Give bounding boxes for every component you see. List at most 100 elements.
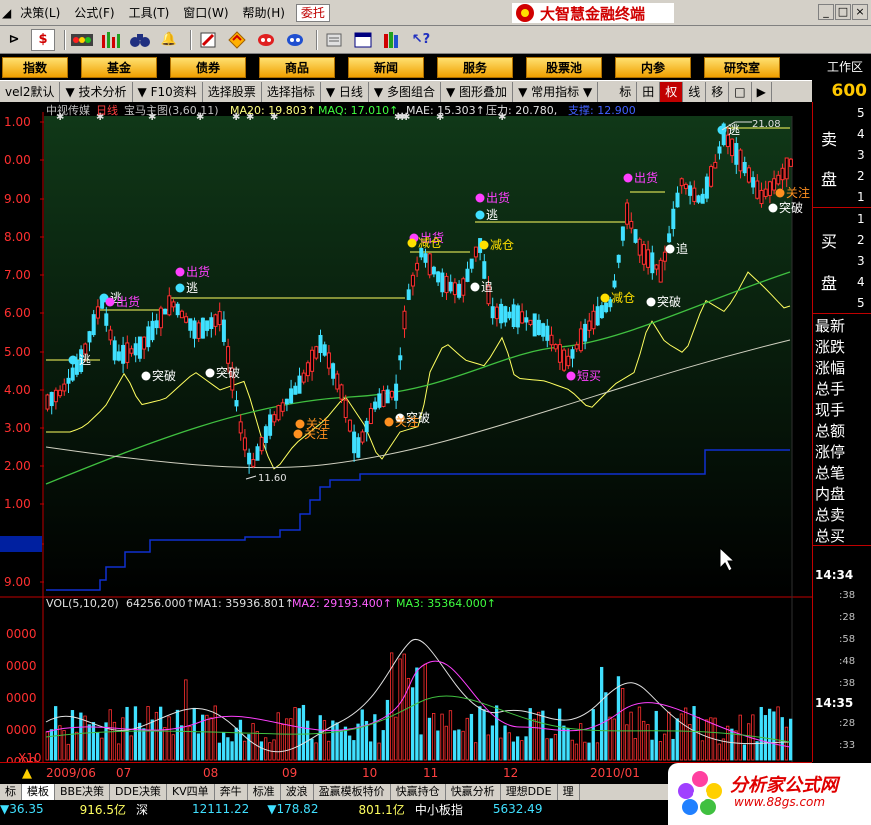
volume-bar — [591, 709, 595, 761]
warning-icon[interactable]: ▲ — [22, 766, 32, 781]
multi-chart-button[interactable]: ▼ 多图组合 — [369, 81, 441, 102]
menu-tools[interactable]: 工具(T) — [122, 4, 177, 21]
sz-change: ▼178.82 — [267, 802, 319, 816]
candle-body — [255, 446, 260, 461]
nav-fund[interactable]: 基金 — [81, 56, 157, 78]
tab-bbe[interactable]: BBE决策 — [55, 784, 111, 800]
candle-body — [129, 348, 134, 354]
maximize-button[interactable]: □ — [835, 4, 851, 20]
volume-bar — [49, 729, 54, 761]
nav-research[interactable]: 研究室 — [704, 56, 780, 78]
tab-template[interactable]: 模板 — [22, 784, 55, 800]
volume-panel: 000000000000000000000000 — [6, 627, 793, 801]
tech-analysis-label: 技术分析 — [78, 84, 127, 99]
menu-window[interactable]: 窗口(W) — [176, 4, 235, 21]
overlay-button[interactable]: ▼ 图形叠加 — [441, 81, 514, 102]
tool-line[interactable]: 线 — [683, 81, 707, 102]
price-tick-label: 4.00 — [4, 383, 31, 397]
template-default[interactable]: vel2默认 — [0, 81, 61, 102]
tab-dde[interactable]: DDE决策 — [110, 784, 167, 800]
tick-time-2: 14:35 — [815, 696, 854, 710]
tab-analysis[interactable]: 快赢分析 — [446, 784, 501, 800]
tab-holdings[interactable]: 快赢持仓 — [391, 784, 446, 800]
signal-label: 减仓 — [418, 236, 442, 250]
work-area-label[interactable]: 工作区 — [827, 58, 863, 75]
tab-wave[interactable]: 波浪 — [281, 784, 314, 800]
signal-icon[interactable] — [70, 29, 94, 51]
close-button[interactable]: × — [852, 4, 868, 20]
help-icon[interactable]: ↖? — [409, 29, 433, 51]
menu-decision[interactable]: 决策(L) — [13, 4, 67, 21]
bars-icon[interactable] — [99, 29, 123, 51]
candle-body — [570, 349, 575, 359]
nav-index[interactable]: 指数 — [2, 56, 68, 78]
candle-body — [188, 318, 193, 331]
volume-bar — [671, 738, 675, 761]
volume-bar — [637, 706, 642, 761]
select-stock-button[interactable]: 选择股票 — [203, 81, 262, 102]
tick-min-1: :38 — [839, 590, 856, 601]
note-icon[interactable] — [322, 29, 346, 51]
candle-body — [297, 375, 302, 394]
volume-bar — [717, 743, 721, 761]
tab-standard[interactable]: 标准 — [248, 784, 281, 800]
f10-tab[interactable]: ▼ F10资料 — [133, 81, 203, 102]
vol-multiplier: X10 — [18, 751, 42, 762]
price-panel-bg — [44, 116, 792, 598]
nav-news[interactable]: 新闻 — [348, 56, 424, 78]
bell-icon[interactable]: 🔔 — [157, 29, 181, 51]
window-icon[interactable] — [351, 29, 375, 51]
period-label: 日线 — [338, 84, 363, 99]
tool-move[interactable]: 移 — [706, 81, 730, 102]
menu-help[interactable]: 帮助(H) — [236, 4, 292, 21]
volume-bar — [79, 712, 83, 761]
nav-service[interactable]: 服务 — [437, 56, 513, 78]
minimize-button[interactable]: _ — [818, 4, 834, 20]
tool-next[interactable]: ▶ — [752, 81, 772, 102]
nav-bond[interactable]: 债券 — [170, 56, 246, 78]
candle-body — [440, 272, 445, 293]
common-indicator-button[interactable]: ▼ 常用指标 ▼ — [513, 81, 599, 102]
candle-body — [322, 344, 327, 356]
tool-rights[interactable]: 权 — [660, 81, 684, 102]
dollar-icon[interactable]: $ — [31, 28, 55, 51]
candy-icon[interactable] — [254, 29, 278, 51]
back-icon[interactable]: ⊳ — [2, 29, 26, 51]
books-icon[interactable] — [380, 29, 404, 51]
select-indicator-button[interactable]: 选择指标 — [262, 81, 321, 102]
chart-area[interactable]: 1.00 0.00 9.00 8.00 7.00 6.00 5.00 4.00 3.00 2.00… — [0, 102, 812, 801]
nav-insider[interactable]: 内参 — [615, 56, 691, 78]
candle-body — [318, 334, 323, 354]
stock-code[interactable]: 600 — [812, 80, 871, 102]
volume-bar — [410, 687, 415, 761]
diamond-icon[interactable] — [225, 29, 249, 51]
candle-body — [205, 320, 210, 331]
tick-list[interactable]: 14:34 :38 :28 :58 :48 :38 14:35 :28 :33 — [813, 546, 871, 762]
tab-more[interactable]: 理 — [558, 784, 580, 800]
tab-mark[interactable]: 标 — [0, 784, 22, 800]
volume-bar — [503, 725, 507, 761]
phone-icon[interactable] — [283, 29, 307, 51]
volume-bar — [45, 731, 49, 761]
tab-bull[interactable]: 奔牛 — [215, 784, 248, 800]
binoculars-icon[interactable] — [128, 29, 152, 51]
tab-special[interactable]: 盈赢模板特价 — [314, 784, 391, 800]
tech-analysis-tab[interactable]: ▼ 技术分析 — [60, 81, 133, 102]
volume-bar — [532, 718, 537, 761]
tool-grid[interactable]: 田 — [637, 81, 661, 102]
nav-stockpool[interactable]: 股票池 — [526, 56, 602, 78]
kline-chart[interactable]: 1.00 0.00 9.00 8.00 7.00 6.00 5.00 4.00 3.00 2.00… — [0, 102, 812, 801]
tool-mark[interactable]: 标 — [614, 81, 638, 102]
nav-commodity[interactable]: 商品 — [259, 56, 335, 78]
period-daily[interactable]: ▼ 日线 — [321, 81, 369, 102]
volume-bar — [545, 738, 549, 761]
volume-bar — [499, 737, 503, 761]
trust-button[interactable]: 委托 — [295, 3, 330, 22]
volume-bar — [440, 713, 444, 761]
export-icon[interactable] — [196, 29, 220, 51]
menu-formula[interactable]: 公式(F) — [67, 4, 121, 21]
tab-kv[interactable]: KV四单 — [167, 784, 215, 800]
tool-box[interactable]: □ — [729, 81, 752, 102]
tab-ideal-dde[interactable]: 理想DDE — [501, 784, 558, 800]
volume-bar — [642, 720, 646, 761]
